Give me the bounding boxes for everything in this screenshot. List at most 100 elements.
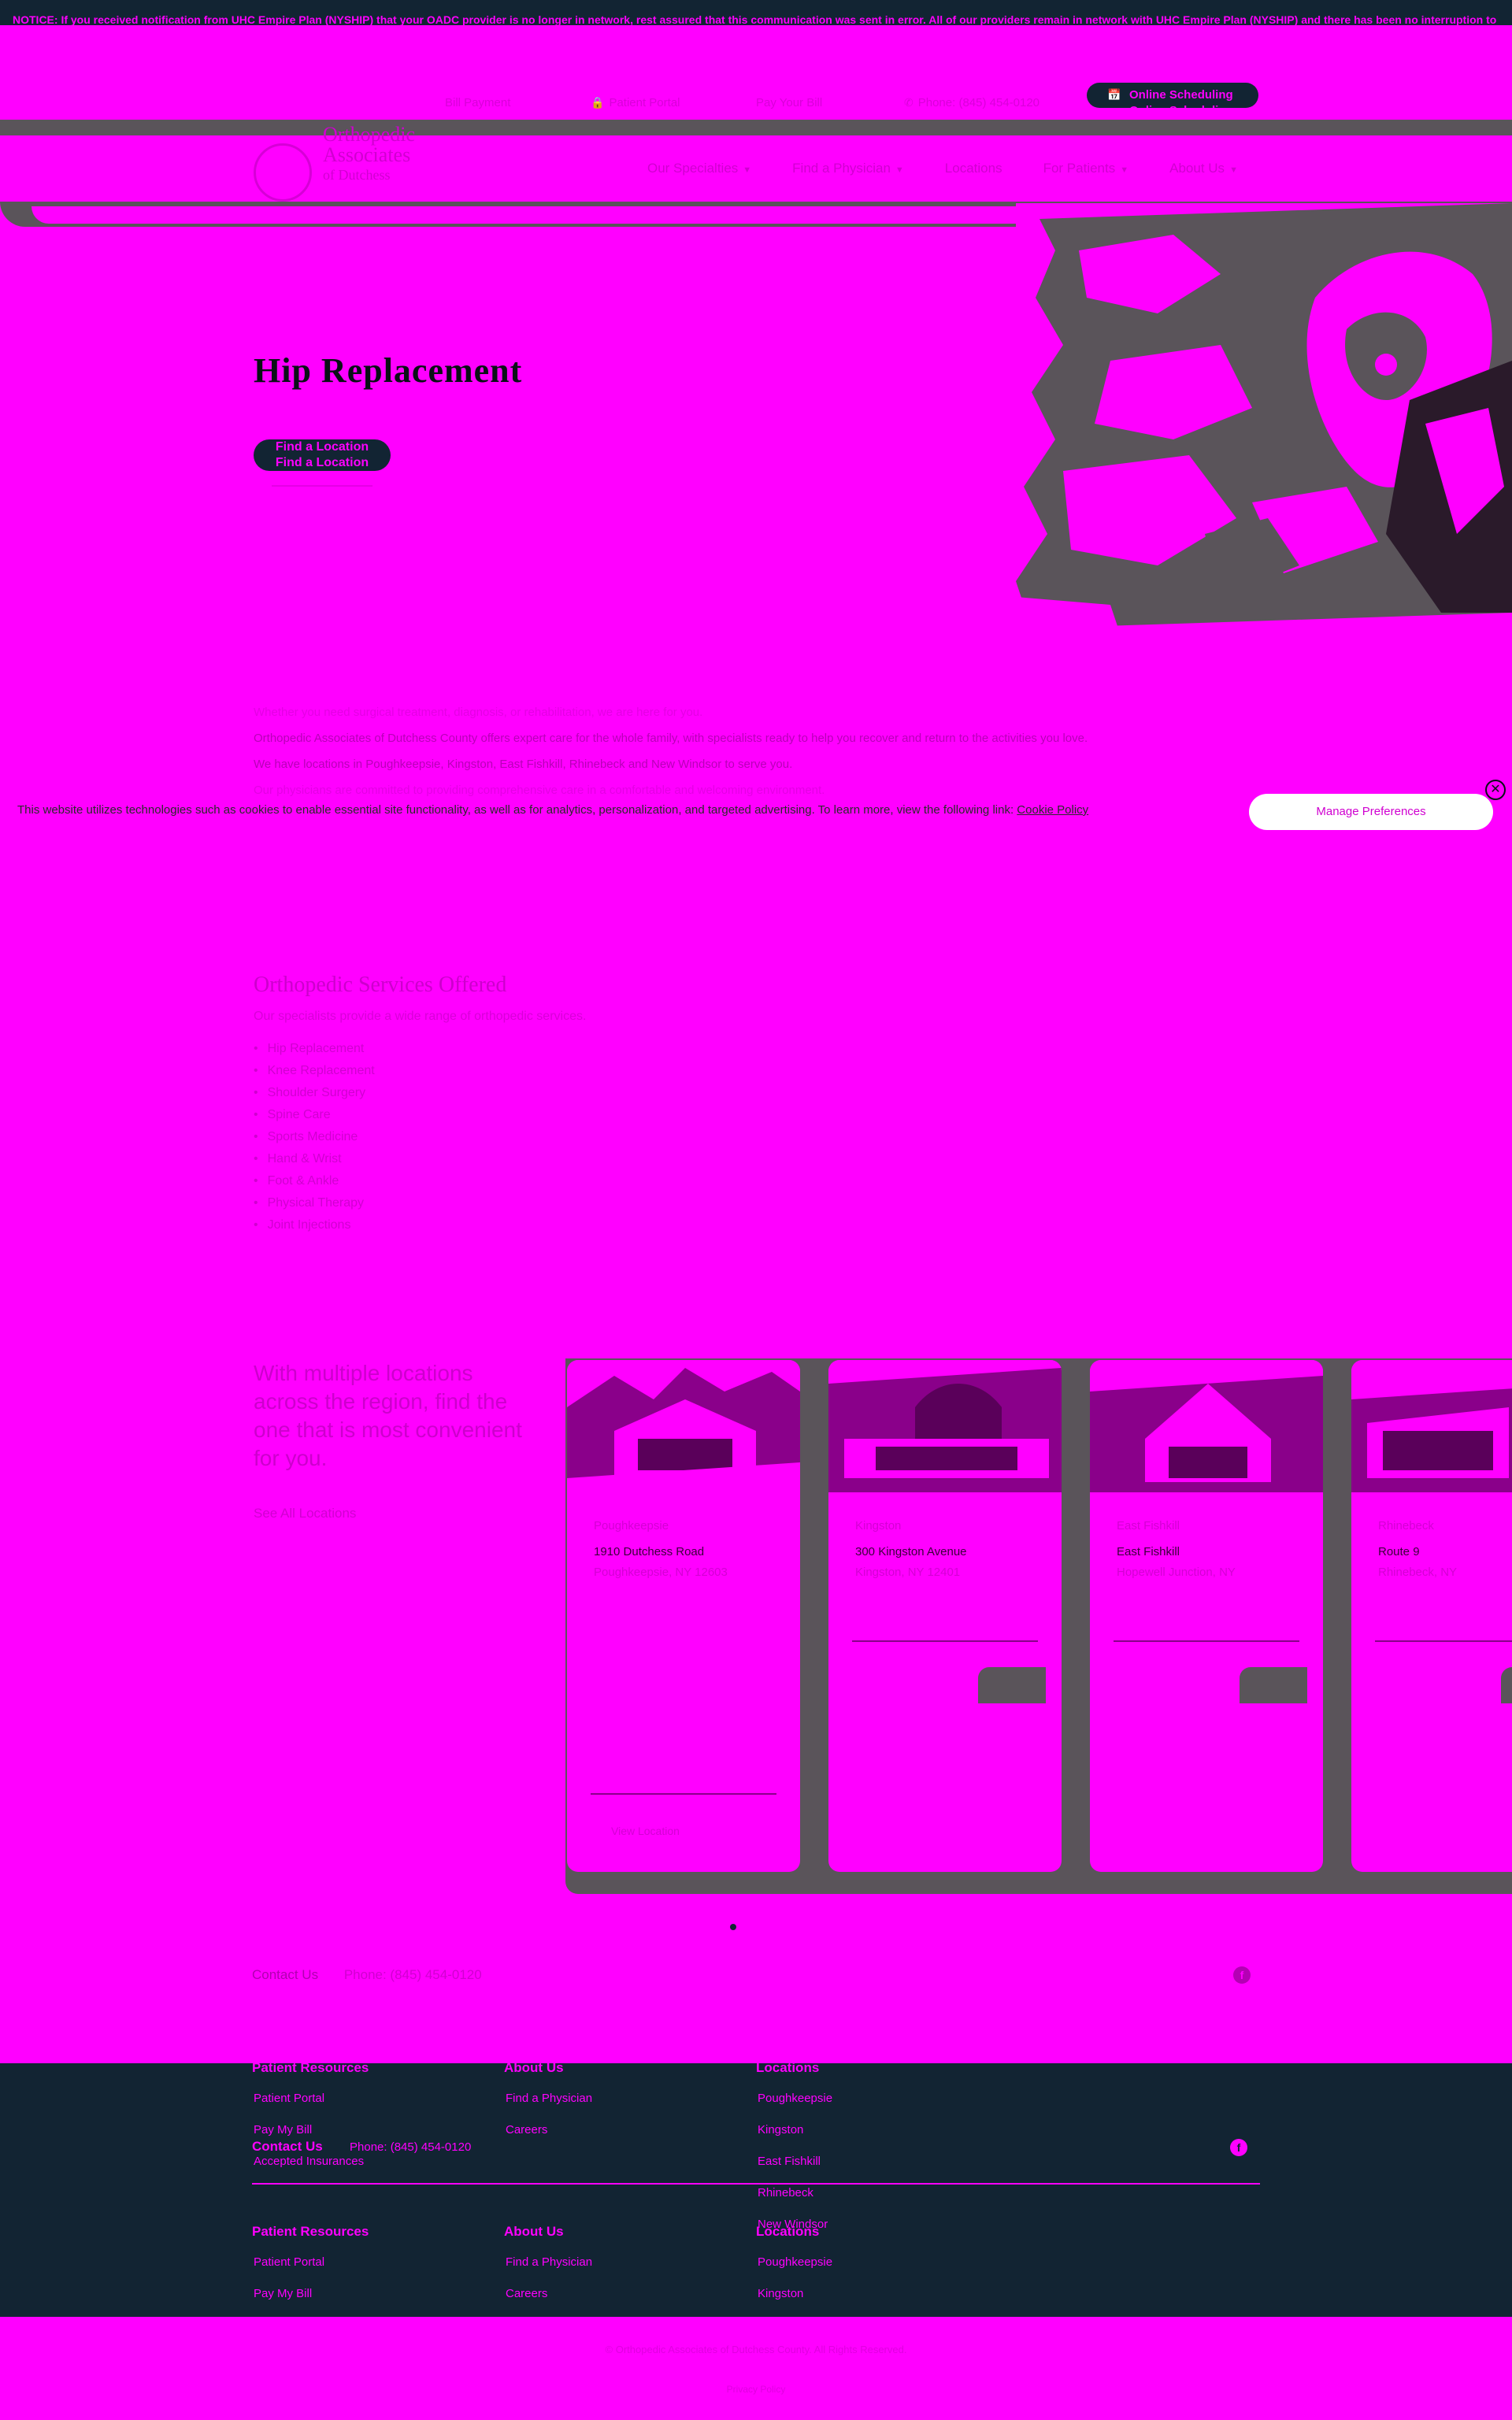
footer-link-careers[interactable]: Careers xyxy=(506,2287,547,2300)
list-item: Sports Medicine xyxy=(254,1126,375,1148)
footer-link-pay[interactable]: Pay My Bill xyxy=(254,2123,312,2136)
location-photo xyxy=(1090,1360,1323,1492)
site-logo[interactable]: Orthopedic Associates of Dutchess xyxy=(252,124,433,202)
view-location-link[interactable]: View Location xyxy=(611,1825,680,1837)
services-heading: Orthopedic Services Offered xyxy=(254,973,507,997)
footer-heading-about: About Us xyxy=(504,2063,564,2075)
utility-link-bill[interactable]: Bill Payment xyxy=(445,96,510,109)
list-item: Physical Therapy xyxy=(254,1192,375,1214)
footer-heading-patient: Patient Resources xyxy=(252,2224,369,2239)
location-card-east-fishkill[interactable]: East Fishkill East Fishkill Hopewell Jun… xyxy=(1090,1360,1323,1872)
nav-item-locations[interactable]: Locations xyxy=(945,161,1002,176)
footer-link-careers[interactable]: Careers xyxy=(506,2123,547,2136)
footer-link-physician[interactable]: Find a Physician xyxy=(506,2255,592,2269)
footer-link-kingston[interactable]: Kingston xyxy=(758,2287,803,2300)
close-icon[interactable]: ✕ xyxy=(1485,780,1506,800)
location-city: Rhinebeck, NY xyxy=(1378,1566,1458,1579)
card-tab xyxy=(1501,1667,1512,1703)
nav-item-about[interactable]: About Us ▼ xyxy=(1169,161,1238,176)
notice-banner: NOTICE: If you received notification fro… xyxy=(0,0,1512,25)
utility-link-pay[interactable]: Pay Your Bill xyxy=(756,96,822,109)
location-photo xyxy=(567,1360,800,1492)
footer-link-rhinebeck[interactable]: Rhinebeck xyxy=(758,2186,813,2199)
utility-link-portal[interactable]: 🔒 Patient Portal xyxy=(591,96,680,109)
carousel-dot[interactable] xyxy=(730,1924,736,1930)
list-item: Spine Care xyxy=(254,1104,375,1126)
footer-link-portal[interactable]: Patient Portal xyxy=(254,2092,324,2105)
footer-link-portal[interactable]: Patient Portal xyxy=(254,2255,324,2269)
nav-item-patients[interactable]: For Patients ▼ xyxy=(1043,161,1129,176)
location-city: Kingston, NY 12401 xyxy=(855,1566,961,1579)
footer-link-poughkeepsie[interactable]: Poughkeepsie xyxy=(758,2092,832,2105)
location-name: Kingston xyxy=(855,1519,902,1532)
locations-heading: With multiple locations across the regio… xyxy=(254,1361,522,1470)
footer-contact-phone[interactable]: Phone: (845) 454-0120 xyxy=(350,2140,471,2154)
card-tab xyxy=(1240,1667,1307,1703)
logo-line-3: of Dutchess xyxy=(323,167,391,183)
intro-paragraph: Whether you need surgical treatment, dia… xyxy=(254,706,703,719)
list-item: Hip Replacement xyxy=(254,1038,375,1060)
header-divider xyxy=(0,120,1512,135)
nav-item-physician[interactable]: Find a Physician ▼ xyxy=(792,161,904,176)
location-card-kingston[interactable]: Kingston 300 Kingston Avenue Kingston, N… xyxy=(828,1360,1062,1872)
contact-label: Contact Us xyxy=(252,1967,319,1982)
contact-phone[interactable]: Phone: (845) 454-0120 xyxy=(344,1967,482,1982)
facebook-icon[interactable]: f xyxy=(1230,2139,1247,2156)
utility-bar: Bill Payment 🔒 Patient Portal Pay Your Bi… xyxy=(0,25,1512,120)
find-location-button[interactable]: Find a Location Find a Location xyxy=(254,439,391,471)
location-address: Route 9 xyxy=(1378,1545,1420,1558)
footer-link-poughkeepsie[interactable]: Poughkeepsie xyxy=(758,2255,832,2269)
footer-link-kingston[interactable]: Kingston xyxy=(758,2123,803,2136)
location-name: East Fishkill xyxy=(1117,1519,1180,1532)
chevron-down-icon: ▼ xyxy=(743,165,752,175)
intro-paragraph: Orthopedic Associates of Dutchess County… xyxy=(254,732,1088,745)
footer: Patient Resources About Us Locations Pat… xyxy=(0,2063,1512,2317)
footer-link-physician[interactable]: Find a Physician xyxy=(506,2092,592,2105)
list-item: Foot & Ankle xyxy=(254,1170,375,1192)
location-name: Rhinebeck xyxy=(1378,1519,1434,1532)
list-item: Knee Replacement xyxy=(254,1060,375,1082)
services-list: Hip Replacement Knee Replacement Shoulde… xyxy=(254,1038,375,1236)
hero-photo xyxy=(1016,203,1512,628)
utility-link-phone[interactable]: ✆ Phone: (845) 454-0120 xyxy=(904,96,1040,109)
logo-mark xyxy=(254,143,312,202)
facebook-icon[interactable]: f xyxy=(1233,1966,1251,1984)
hero-title: Hip Replacement xyxy=(254,351,523,390)
footer-heading-patient: Patient Resources xyxy=(252,2063,369,2075)
footer-link-insurances[interactable]: Accepted Insurances xyxy=(254,2155,364,2168)
footer-heading-about: About Us xyxy=(504,2224,564,2239)
card-tab xyxy=(978,1667,1046,1703)
copyright-text: © Orthopedic Associates of Dutchess Coun… xyxy=(605,2344,907,2355)
location-card-rhinebeck[interactable]: Rhinebeck Route 9 Rhinebeck, NY xyxy=(1351,1360,1512,1872)
cookie-banner: This website utilizes technologies such … xyxy=(0,780,1512,836)
location-photo xyxy=(828,1360,1062,1492)
see-all-locations-link[interactable]: See All Locations xyxy=(254,1506,356,1521)
manage-preferences-button[interactable]: Manage Preferences xyxy=(1249,794,1493,830)
contact-row: Contact Us Phone: (845) 454-0120 xyxy=(252,1967,482,1983)
chevron-down-icon: ▼ xyxy=(1120,165,1129,175)
cookie-policy-link[interactable]: Cookie Policy xyxy=(1017,803,1088,817)
chevron-down-icon: ▼ xyxy=(1229,165,1238,175)
footer-heading-locations: Locations xyxy=(756,2224,820,2239)
cookie-text: This website utilizes technologies such … xyxy=(17,803,1014,817)
location-address: 1910 Dutchess Road xyxy=(594,1545,705,1558)
online-scheduling-button[interactable]: 📅 Online Scheduling Online Scheduling xyxy=(1087,83,1258,117)
card-divider xyxy=(1375,1640,1512,1642)
privacy-policy-link[interactable]: Privacy Policy xyxy=(0,2384,1512,2395)
card-divider xyxy=(591,1793,776,1795)
list-item: Shoulder Surgery xyxy=(254,1082,375,1104)
footer-divider xyxy=(252,2183,1260,2185)
card-divider xyxy=(1114,1640,1299,1642)
location-city: Poughkeepsie, NY 12603 xyxy=(594,1566,728,1579)
lock-icon: 🔒 xyxy=(591,96,605,109)
calendar-icon: 📅 xyxy=(1107,88,1121,101)
footer-link-pay[interactable]: Pay My Bill xyxy=(254,2287,312,2300)
main-header: Orthopedic Associates of Dutchess Our Sp… xyxy=(0,124,1512,203)
location-card-poughkeepsie[interactable]: Poughkeepsie 1910 Dutchess Road Poughkee… xyxy=(567,1360,800,1872)
list-item: Joint Injections xyxy=(254,1214,375,1236)
footer-link-east-fishkill[interactable]: East Fishkill xyxy=(758,2155,821,2168)
location-name: Poughkeepsie xyxy=(594,1519,669,1532)
nav-item-specialties[interactable]: Our Specialties ▼ xyxy=(647,161,751,176)
location-address: East Fishkill xyxy=(1117,1545,1180,1558)
main-nav: Our Specialties ▼ Find a Physician ▼ Locat… xyxy=(647,161,1279,176)
